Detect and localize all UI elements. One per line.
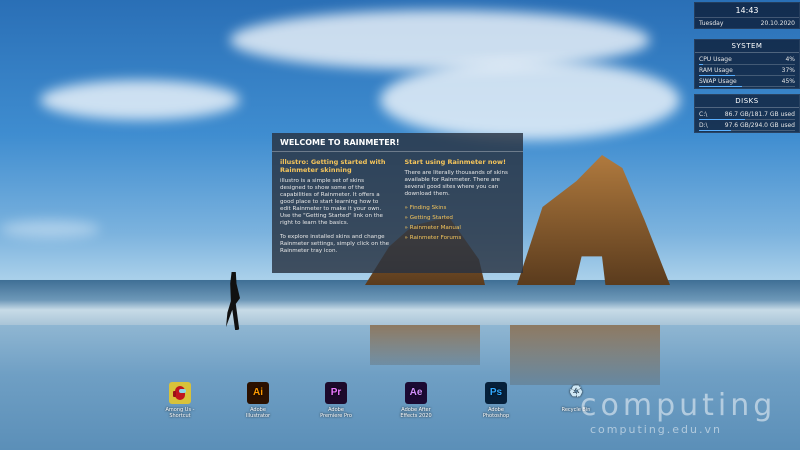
desktop[interactable]: 14:43 Tuesday 20.10.2020 SYSTEM CPU Usag…: [0, 0, 800, 450]
welcome-left-column: illustro: Getting started with Rainmeter…: [280, 158, 391, 262]
system-row: SWAP Usage 45%: [695, 77, 799, 86]
among-us-icon: [169, 382, 191, 404]
disks-usage-bar: [699, 130, 795, 131]
system-label: SWAP Usage: [699, 78, 737, 85]
desktop-icon-label: Adobe Illustrator: [245, 407, 271, 419]
welcome-left-paragraph: To explore installed skins and change Ra…: [280, 234, 390, 254]
illustrator-icon: Ai: [247, 382, 269, 404]
system-widget-title: SYSTEM: [695, 40, 799, 53]
rainmeter-welcome-panel[interactable]: WELCOME TO RAINMETER! illustro: Getting …: [272, 133, 523, 273]
system-value: 45%: [781, 78, 795, 85]
disks-widget-title: DISKS: [695, 95, 799, 108]
after-effects-icon: Ae: [405, 382, 427, 404]
disks-label: C:\: [699, 111, 708, 118]
link-finding-skins[interactable]: » Finding Skins: [405, 205, 516, 212]
photoshop-icon: Ps: [485, 382, 507, 404]
desktop-icon-label: Adobe After Effects 2020: [400, 407, 432, 419]
desktop-icon[interactable]: Ae Adobe After Effects 2020: [398, 382, 434, 419]
desktop-icon[interactable]: Ai Adobe Illustrator: [240, 382, 276, 419]
desktop-icon[interactable]: Pr Adobe Premiere Pro: [318, 382, 354, 419]
system-row: RAM Usage 37%: [695, 66, 799, 75]
system-value: 37%: [781, 67, 795, 74]
disks-label: D:\: [699, 122, 708, 129]
link-rainmeter-forums[interactable]: » Rainmeter Forums: [405, 235, 516, 242]
disks-row: C:\ 86.7 GB/181.7 GB used: [695, 110, 799, 119]
system-row: CPU Usage 4%: [695, 55, 799, 64]
watermark-site: computing.edu.vn: [590, 423, 722, 436]
clock-date: 20.10.2020: [760, 20, 795, 27]
desktop-icon-label: Among Us - Shortcut: [165, 407, 195, 419]
disks-usage-bar: [699, 119, 795, 120]
desktop-icon[interactable]: Ps Adobe Photoshop: [478, 382, 514, 419]
clock-widget: 14:43 Tuesday 20.10.2020: [694, 2, 800, 29]
disks-widget: DISKS C:\ 86.7 GB/181.7 GB used D:\ 97.6 GB…: [694, 94, 800, 133]
clock-day: Tuesday: [699, 20, 724, 27]
welcome-right-heading: Start using Rainmeter now!: [404, 158, 507, 166]
system-widget: SYSTEM CPU Usage 4% RAM Usage 37% SWAP Usage…: [694, 39, 800, 89]
welcome-left-paragraph: illustro is a simple set of skins design…: [280, 178, 383, 226]
disks-value: 97.6 GB/294.0 GB used: [724, 122, 795, 129]
wallpaper-cloud: [0, 220, 100, 238]
disks-usage-bar-fill: [699, 130, 731, 131]
system-usage-bar-fill: [699, 64, 703, 65]
welcome-title: WELCOME TO RAINMETER!: [272, 133, 523, 152]
disks-row: D:\ 97.6 GB/294.0 GB used: [695, 121, 799, 130]
wallpaper-cloud: [40, 80, 240, 120]
system-usage-bar: [699, 64, 795, 65]
wallpaper-rock-reflection: [510, 325, 660, 385]
premiere-icon: Pr: [325, 382, 347, 404]
watermark-brand: computing: [580, 388, 777, 423]
desktop-icon-label: Adobe Premiere Pro: [320, 407, 352, 419]
system-value: 4%: [785, 56, 795, 63]
welcome-right-paragraph: There are literally thousands of skins a…: [404, 170, 508, 197]
desktop-icon-label: Adobe Photoshop: [482, 407, 510, 419]
system-usage-bar-fill: [699, 86, 743, 87]
desktop-icon[interactable]: Among Us - Shortcut: [162, 382, 198, 419]
wallpaper-cloud: [380, 60, 680, 140]
disks-value: 86.7 GB/181.7 GB used: [724, 111, 795, 118]
disks-usage-bar-fill: [699, 119, 745, 120]
wallpaper-rock-arch: [517, 155, 670, 285]
system-label: RAM Usage: [699, 67, 733, 74]
system-usage-bar-fill: [699, 75, 735, 76]
watermark: computing computing.edu.vn: [580, 388, 800, 436]
system-label: CPU Usage: [699, 56, 732, 63]
clock-time: 14:43: [735, 6, 759, 15]
welcome-right-column: Start using Rainmeter now! There are lit…: [405, 158, 516, 262]
wallpaper-sea: [0, 280, 800, 330]
wallpaper-cloud: [230, 10, 650, 70]
link-getting-started[interactable]: » Getting Started: [405, 215, 516, 222]
system-usage-bar: [699, 86, 795, 87]
link-rainmeter-manual[interactable]: » Rainmeter Manual: [405, 225, 516, 232]
wallpaper-rock-reflection: [370, 325, 480, 365]
welcome-left-heading: illustro: Getting started with Rainmeter…: [280, 158, 386, 174]
system-usage-bar: [699, 75, 795, 76]
